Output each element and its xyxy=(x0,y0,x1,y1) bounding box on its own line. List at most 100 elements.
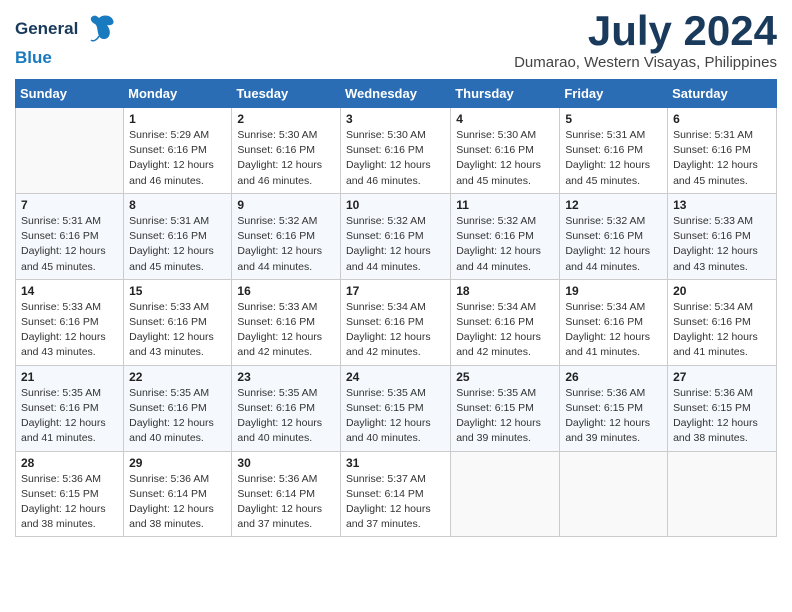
daylight-text: Daylight: 12 hoursand 37 minutes. xyxy=(346,502,445,532)
sunset-text: Sunset: 6:14 PM xyxy=(346,487,445,502)
calendar-cell: 5 Sunrise: 5:31 AMSunset: 6:16 PMDaylight… xyxy=(560,108,668,194)
calendar-cell: 2Sunrise: 5:30 AMSunset: 6:16 PMDaylight… xyxy=(232,108,341,194)
day-info: Sunrise: 5:36 AMSunset: 6:15 PMDaylight:… xyxy=(565,386,662,447)
sunset-text: Sunset: 6:16 PM xyxy=(673,315,771,330)
sunset-text: Sunset: 6:16 PM xyxy=(565,229,662,244)
sunset-text: Sunset: 6:15 PM xyxy=(456,401,554,416)
col-header-wednesday: Wednesday xyxy=(340,80,450,108)
calendar-cell: 14Sunrise: 5:33 AMSunset: 6:16 PMDayligh… xyxy=(16,279,124,365)
day-number: 25 xyxy=(456,370,554,384)
day-info: Sunrise: 5:33 AMSunset: 6:16 PMDaylight:… xyxy=(673,214,771,275)
page-header: General Blue July 2024 Dumarao, Western … xyxy=(15,10,777,71)
daylight-text: Daylight: 12 hoursand 41 minutes. xyxy=(673,330,771,360)
sunrise-text: Sunrise: 5:33 AM xyxy=(129,300,226,315)
day-number: 6 xyxy=(673,112,771,126)
calendar-header-row: SundayMondayTuesdayWednesdayThursdayFrid… xyxy=(16,80,777,108)
sunset-text: Sunset: 6:15 PM xyxy=(21,487,118,502)
calendar-cell: 16Sunrise: 5:33 AMSunset: 6:16 PMDayligh… xyxy=(232,279,341,365)
sunrise-text: Sunrise: 5:36 AM xyxy=(565,386,662,401)
logo: General Blue xyxy=(15,10,119,68)
day-info: Sunrise: 5:34 AMSunset: 6:16 PMDaylight:… xyxy=(673,300,771,361)
daylight-text: Daylight: 12 hoursand 46 minutes. xyxy=(129,158,226,188)
day-number: 22 xyxy=(129,370,226,384)
day-number: 20 xyxy=(673,284,771,298)
day-number: 26 xyxy=(565,370,662,384)
day-number: 18 xyxy=(456,284,554,298)
day-number: 29 xyxy=(129,456,226,470)
daylight-text: Daylight: 12 hoursand 38 minutes. xyxy=(673,416,771,446)
month-year-title: July 2024 xyxy=(514,10,777,52)
calendar-cell: 26 Sunrise: 5:36 AMSunset: 6:15 PMDayligh… xyxy=(560,365,668,451)
logo-blue: Blue xyxy=(15,48,52,67)
calendar-cell: 23Sunrise: 5:35 AMSunset: 6:16 PMDayligh… xyxy=(232,365,341,451)
calendar-cell: 11Sunrise: 5:32 AMSunset: 6:16 PMDayligh… xyxy=(451,193,560,279)
daylight-text: Daylight: 12 hoursand 39 minutes. xyxy=(565,416,662,446)
sunset-text: Sunset: 6:16 PM xyxy=(673,229,771,244)
day-number: 23 xyxy=(237,370,335,384)
sunrise-text: Sunrise: 5:36 AM xyxy=(21,472,118,487)
day-info: Sunrise: 5:37 AMSunset: 6:14 PMDaylight:… xyxy=(346,472,445,533)
calendar-week-row: 21Sunrise: 5:35 AMSunset: 6:16 PMDayligh… xyxy=(16,365,777,451)
sunrise-text: Sunrise: 5:35 AM xyxy=(129,386,226,401)
sunrise-text: Sunrise: 5:35 AM xyxy=(237,386,335,401)
sunset-text: Sunset: 6:16 PM xyxy=(673,143,771,158)
calendar-cell xyxy=(451,451,560,537)
sunset-text: Sunset: 6:14 PM xyxy=(129,487,226,502)
daylight-text: Daylight: 12 hoursand 37 minutes. xyxy=(237,502,335,532)
sunset-text: Sunset: 6:16 PM xyxy=(565,143,662,158)
sunrise-text: Sunrise: 5:33 AM xyxy=(21,300,118,315)
calendar-cell: 30Sunrise: 5:36 AMSunset: 6:14 PMDayligh… xyxy=(232,451,341,537)
day-number: 7 xyxy=(21,198,118,212)
calendar-cell: 4Sunrise: 5:30 AMSunset: 6:16 PMDaylight… xyxy=(451,108,560,194)
day-info: Sunrise: 5:33 AMSunset: 6:16 PMDaylight:… xyxy=(21,300,118,361)
sunrise-text: Sunrise: 5:36 AM xyxy=(673,386,771,401)
day-number: 10 xyxy=(346,198,445,212)
day-info: Sunrise: 5:31 AMSunset: 6:16 PMDaylight:… xyxy=(565,128,662,189)
sunrise-text: Sunrise: 5:36 AM xyxy=(237,472,335,487)
daylight-text: Daylight: 12 hoursand 45 minutes. xyxy=(21,244,118,274)
daylight-text: Daylight: 12 hoursand 46 minutes. xyxy=(346,158,445,188)
sunset-text: Sunset: 6:16 PM xyxy=(129,143,226,158)
sunset-text: Sunset: 6:16 PM xyxy=(21,315,118,330)
sunset-text: Sunset: 6:16 PM xyxy=(456,143,554,158)
calendar-week-row: 1Sunrise: 5:29 AMSunset: 6:16 PMDaylight… xyxy=(16,108,777,194)
day-info: Sunrise: 5:32 AMSunset: 6:16 PMDaylight:… xyxy=(237,214,335,275)
day-info: Sunrise: 5:33 AMSunset: 6:16 PMDaylight:… xyxy=(129,300,226,361)
sunrise-text: Sunrise: 5:29 AM xyxy=(129,128,226,143)
calendar-cell: 17Sunrise: 5:34 AMSunset: 6:16 PMDayligh… xyxy=(340,279,450,365)
calendar-cell xyxy=(668,451,777,537)
sunset-text: Sunset: 6:16 PM xyxy=(129,315,226,330)
sunset-text: Sunset: 6:16 PM xyxy=(237,229,335,244)
sunrise-text: Sunrise: 5:31 AM xyxy=(673,128,771,143)
day-info: Sunrise: 5:30 AMSunset: 6:16 PMDaylight:… xyxy=(346,128,445,189)
sunrise-text: Sunrise: 5:34 AM xyxy=(673,300,771,315)
sunrise-text: Sunrise: 5:33 AM xyxy=(673,214,771,229)
calendar-cell: 7Sunrise: 5:31 AMSunset: 6:16 PMDaylight… xyxy=(16,193,124,279)
calendar-cell: 24Sunrise: 5:35 AMSunset: 6:15 PMDayligh… xyxy=(340,365,450,451)
daylight-text: Daylight: 12 hoursand 44 minutes. xyxy=(565,244,662,274)
day-info: Sunrise: 5:31 AMSunset: 6:16 PMDaylight:… xyxy=(129,214,226,275)
logo-general: General xyxy=(15,19,78,39)
daylight-text: Daylight: 12 hoursand 38 minutes. xyxy=(21,502,118,532)
day-number: 16 xyxy=(237,284,335,298)
day-number: 4 xyxy=(456,112,554,126)
sunrise-text: Sunrise: 5:31 AM xyxy=(565,128,662,143)
day-info: Sunrise: 5:36 AMSunset: 6:15 PMDaylight:… xyxy=(21,472,118,533)
sunrise-text: Sunrise: 5:34 AM xyxy=(456,300,554,315)
sunset-text: Sunset: 6:14 PM xyxy=(237,487,335,502)
sunset-text: Sunset: 6:16 PM xyxy=(237,315,335,330)
day-info: Sunrise: 5:32 AMSunset: 6:16 PMDaylight:… xyxy=(456,214,554,275)
day-number: 31 xyxy=(346,456,445,470)
calendar-cell: 27 Sunrise: 5:36 AMSunset: 6:15 PMDayligh… xyxy=(668,365,777,451)
sunrise-text: Sunrise: 5:32 AM xyxy=(456,214,554,229)
calendar-cell: 29Sunrise: 5:36 AMSunset: 6:14 PMDayligh… xyxy=(124,451,232,537)
sunset-text: Sunset: 6:16 PM xyxy=(129,401,226,416)
day-info: Sunrise: 5:36 AMSunset: 6:14 PMDaylight:… xyxy=(237,472,335,533)
day-number: 27 xyxy=(673,370,771,384)
daylight-text: Daylight: 12 hoursand 45 minutes. xyxy=(456,158,554,188)
day-info: Sunrise: 5:36 AMSunset: 6:15 PMDaylight:… xyxy=(673,386,771,447)
location-subtitle: Dumarao, Western Visayas, Philippines xyxy=(514,54,777,71)
day-number: 5 xyxy=(565,112,662,126)
day-info: Sunrise: 5:29 AMSunset: 6:16 PMDaylight:… xyxy=(129,128,226,189)
sunset-text: Sunset: 6:16 PM xyxy=(21,229,118,244)
